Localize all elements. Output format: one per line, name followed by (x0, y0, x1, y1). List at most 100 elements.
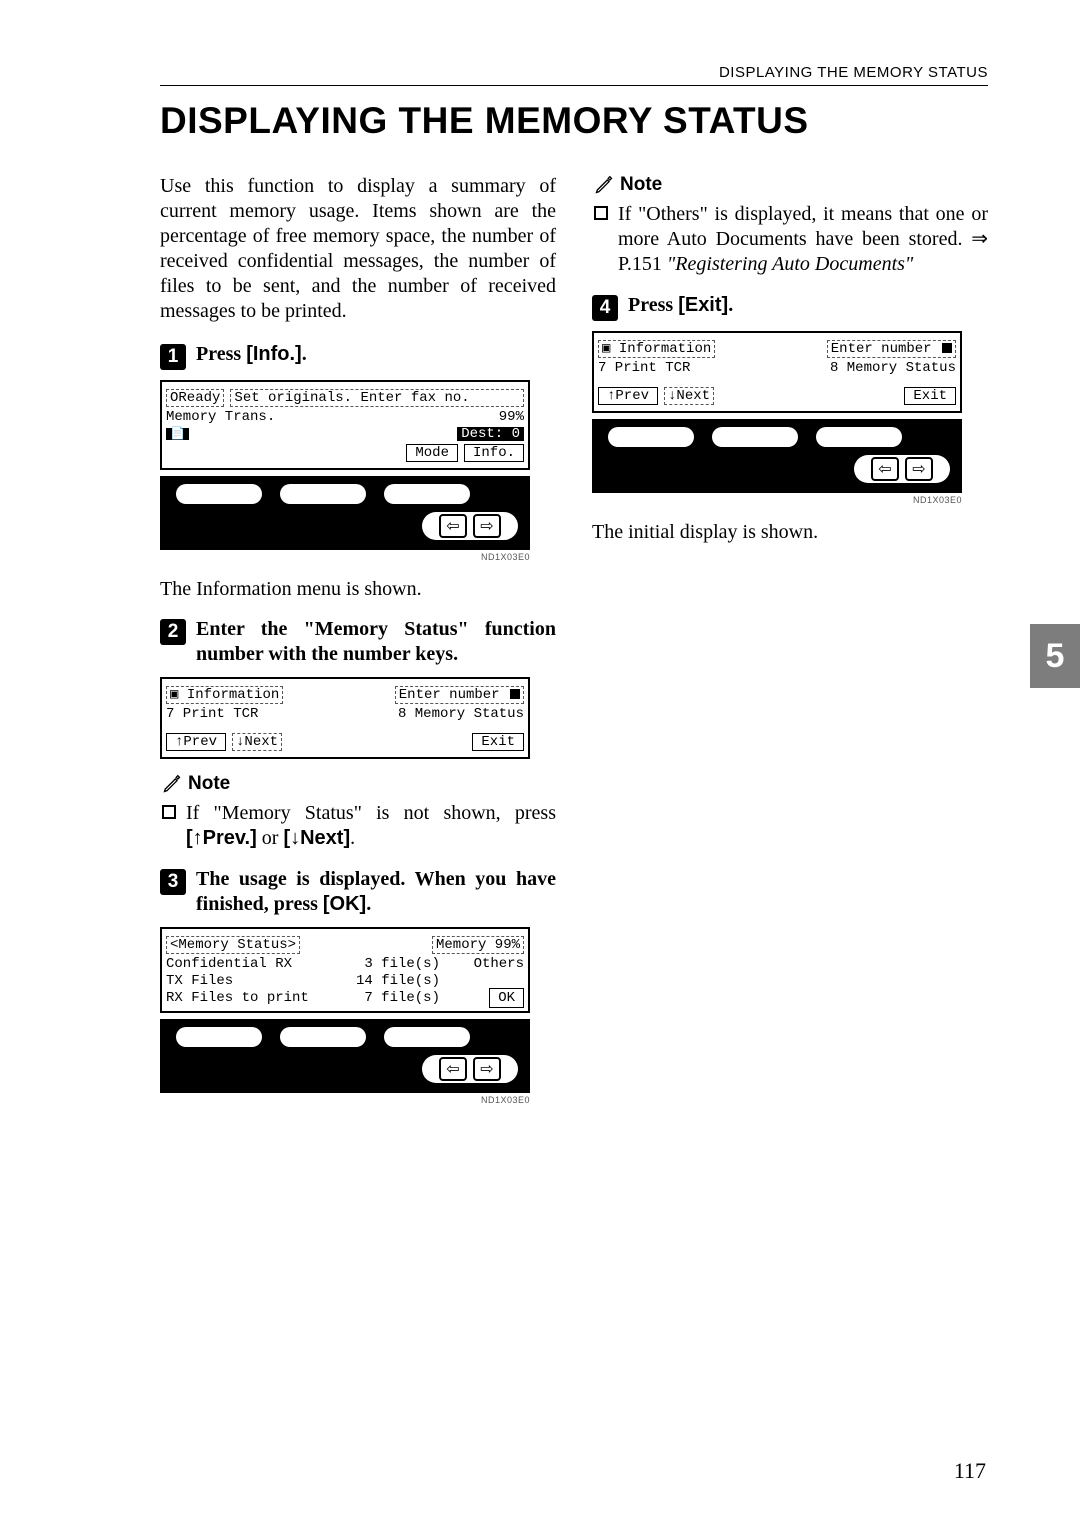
lcd1-dest: Dest: 0 (457, 427, 524, 441)
arrow-keys-group: ⇦ ⇨ (854, 455, 950, 483)
lcd-screen-4: ▣ Information Enter number 7 Print TCR 8… (592, 331, 962, 413)
softkey-blank (384, 1027, 470, 1047)
step-1: 1 Press [Info.]. (160, 342, 556, 370)
right-arrow-icon: ⇨ (905, 457, 933, 481)
step-3-badge: 3 (160, 869, 186, 895)
intro-paragraph: Use this function to display a summary o… (160, 174, 556, 324)
lcd3-hdr-left: <Memory Status> (166, 936, 300, 954)
lcd3-r2a: TX Files (166, 974, 336, 988)
caption-4: The initial display is shown. (592, 521, 988, 544)
right-arrow-icon: ⇨ (473, 1057, 501, 1081)
step-3-suffix: . (366, 893, 371, 915)
lcd4-next-button: ↓Next (664, 387, 714, 405)
lcd3-r1c: Others (454, 957, 524, 971)
lcd1-prompt: Set originals. Enter fax no. (230, 389, 524, 407)
note2-italics: "Registering Auto Documents" (667, 253, 913, 275)
step-3-text: The usage is displayed. When you have fi… (196, 867, 556, 917)
step-1-badge: 1 (160, 344, 186, 370)
lcd4-exit-button: Exit (904, 387, 956, 405)
softkey-blank (176, 484, 262, 504)
step-1-text: Press [Info.]. (196, 342, 307, 367)
arrow-keys-group: ⇦ ⇨ (422, 512, 518, 540)
note-bullet-icon (162, 805, 176, 819)
step-1-prefix: Press (196, 343, 246, 365)
page-number: 117 (954, 1458, 986, 1484)
lcd2-item-7: 7 Print TCR (166, 707, 258, 721)
note1-prefix: If "Memory Status" is not shown, press (186, 802, 556, 824)
note1-key-prev: [↑Prev.] (186, 827, 257, 849)
lcd-screen-2: ▣ Information Enter number 7 Print TCR 8… (160, 677, 530, 759)
softkey-blank (816, 427, 902, 447)
lcd1-icon: 📄 (166, 428, 189, 440)
step-2: 2 Enter the "Memory Status" function num… (160, 617, 556, 667)
step-3: 3 The usage is displayed. When you have … (160, 867, 556, 917)
step-4: 4 Press [Exit]. (592, 293, 988, 321)
lcd1-ready: OReady (166, 389, 224, 407)
lcd4-hdr-left-text: Information (619, 341, 711, 357)
note1-suffix: . (350, 827, 355, 849)
softkey-blank (608, 427, 694, 447)
note-label-1: Note (188, 773, 230, 795)
lcd3-r2b: 14 file(s) (350, 974, 440, 988)
softkey-panel-2: ⇦ ⇨ (160, 1019, 530, 1093)
square-icon (510, 689, 520, 699)
note-bullet-icon (594, 206, 608, 220)
right-arrow-icon: ⇨ (473, 514, 501, 538)
step-4-key: [Exit] (678, 294, 728, 316)
lcd4-item-7: 7 Print TCR (598, 361, 690, 375)
lcd3-ok-button: OK (489, 988, 524, 1008)
softkey-panel-3: ⇦ ⇨ (592, 419, 962, 493)
lcd1-percent: 99% (499, 410, 524, 424)
note-heading-2: Note (594, 174, 988, 196)
step-2-badge: 2 (160, 619, 186, 645)
left-arrow-icon: ⇦ (439, 514, 467, 538)
note1-mid: or (257, 827, 284, 849)
lcd3-r3b: 7 file(s) (350, 991, 440, 1005)
left-column: Use this function to display a summary o… (160, 174, 556, 1105)
running-header: DISPLAYING THE MEMORY STATUS (160, 64, 988, 81)
softkey-panel-1: ⇦ ⇨ (160, 476, 530, 550)
lcd-screen-3: <Memory Status> Memory 99% Confidential … (160, 927, 530, 1013)
step-4-text: Press [Exit]. (628, 293, 733, 318)
figure-code-3: ND1X03E0 (592, 495, 962, 505)
figure-code-1: ND1X03E0 (160, 552, 530, 562)
note-label-2: Note (620, 174, 662, 196)
lcd3-r1a: Confidential RX (166, 957, 336, 971)
page-title: DISPLAYING THE MEMORY STATUS (160, 100, 988, 142)
right-column: Note If "Others" is displayed, it means … (592, 174, 988, 1105)
lcd4-hdr-left: ▣ Information (598, 340, 715, 358)
lcd4-hdr-right-text: Enter number (831, 341, 932, 357)
softkey-blank (176, 1027, 262, 1047)
lcd3-r3a: RX Files to print (166, 991, 336, 1005)
left-arrow-icon: ⇦ (439, 1057, 467, 1081)
square-icon (942, 343, 952, 353)
step-3-key: [OK] (323, 893, 366, 915)
pencil-icon (594, 175, 614, 195)
figure-code-2: ND1X03E0 (160, 1095, 530, 1105)
step-4-badge: 4 (592, 295, 618, 321)
left-arrow-icon: ⇦ (871, 457, 899, 481)
book-icon: ▣ (170, 688, 178, 702)
lcd3-r1b: 3 file(s) (350, 957, 440, 971)
step-4-suffix: . (728, 294, 733, 316)
step-4-prefix: Press (628, 294, 678, 316)
softkey-blank (280, 484, 366, 504)
note1-key-next: [↓Next] (283, 827, 350, 849)
book-icon: ▣ (602, 342, 610, 356)
lcd4-prev-button: ↑Prev (598, 387, 658, 405)
pencil-icon (162, 774, 182, 794)
step-3-prefix: The usage is displayed. When you have fi… (196, 868, 556, 915)
lcd2-item-8: 8 Memory Status (398, 707, 524, 721)
lcd2-exit-button: Exit (472, 733, 524, 751)
step-1-key: [Info.] (246, 343, 302, 365)
step-1-suffix: . (302, 343, 307, 365)
softkey-blank (280, 1027, 366, 1047)
note-1: If "Memory Status" is not shown, press [… (162, 801, 556, 851)
softkey-blank (712, 427, 798, 447)
lcd2-prev-button: ↑Prev (166, 733, 226, 751)
note-2: If "Others" is displayed, it means that … (594, 202, 988, 277)
header-rule (160, 85, 988, 86)
arrow-keys-group: ⇦ ⇨ (422, 1055, 518, 1083)
step-2-text: Enter the "Memory Status" function numbe… (196, 617, 556, 667)
caption-1: The Information menu is shown. (160, 578, 556, 601)
